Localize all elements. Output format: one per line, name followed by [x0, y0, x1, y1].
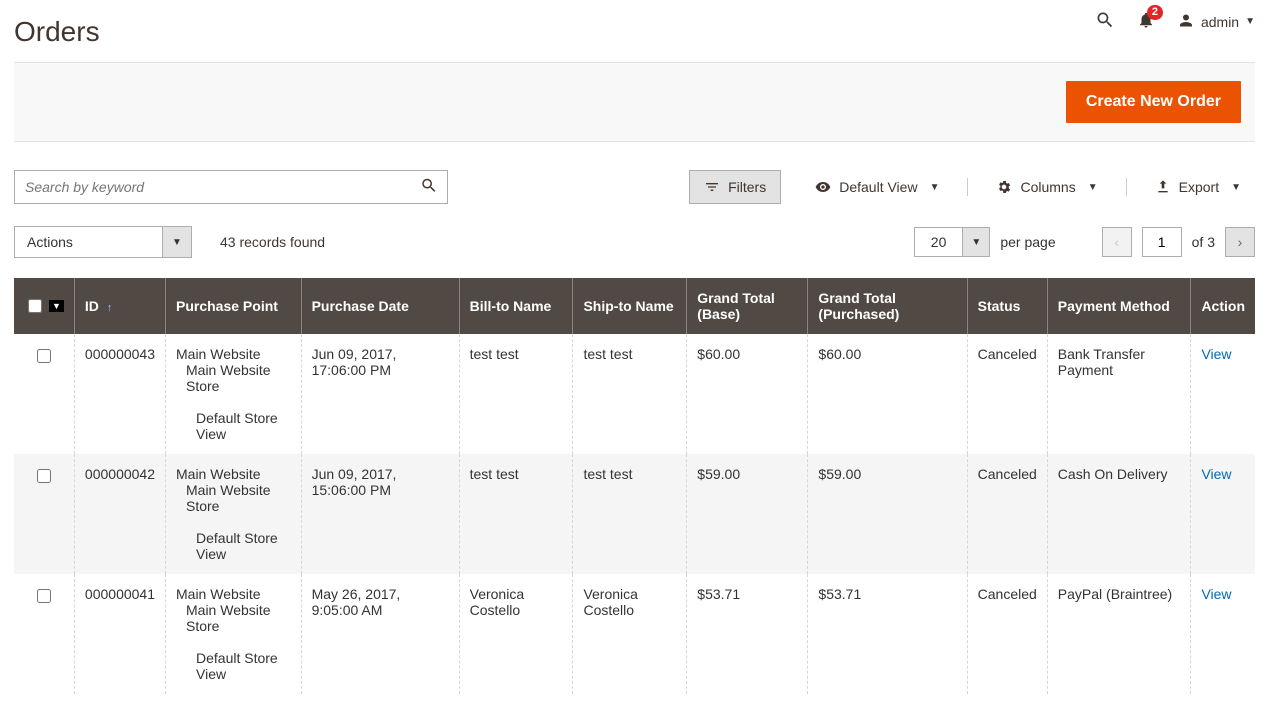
columns-button[interactable]: Columns ▼ [982, 171, 1111, 203]
caret-down-icon: ▼ [1231, 182, 1241, 193]
cell-bill-to: test test [459, 334, 573, 454]
account-menu[interactable]: admin ▼ [1177, 13, 1255, 31]
mass-actions-toggle[interactable]: ▼ [162, 226, 192, 258]
table-row[interactable]: 000000042Main WebsiteMain Website StoreD… [14, 454, 1255, 574]
view-link[interactable]: View [1201, 586, 1231, 602]
cell-payment-method: PayPal (Braintree) [1047, 574, 1191, 694]
cell-grand-total-purchased: $59.00 [808, 454, 967, 574]
funnel-icon [704, 179, 720, 195]
current-page-input[interactable] [1142, 227, 1182, 257]
next-page-button[interactable]: › [1225, 227, 1255, 257]
cell-grand-total-purchased: $60.00 [808, 334, 967, 454]
cell-grand-total-purchased: $53.71 [808, 574, 967, 694]
row-checkbox[interactable] [37, 469, 51, 483]
person-icon [1177, 13, 1195, 31]
page-header: Orders 2 admin ▼ [14, 0, 1255, 48]
select-all-toggle[interactable]: ▼ [49, 300, 64, 312]
cell-bill-to: test test [459, 454, 573, 574]
cell-purchase-point: Main WebsiteMain Website StoreDefault St… [166, 334, 302, 454]
header-action[interactable]: Action [1191, 278, 1255, 334]
account-username: admin [1201, 14, 1239, 30]
cell-purchase-date: Jun 09, 2017, 15:06:00 PM [301, 454, 459, 574]
caret-down-icon: ▼ [1088, 182, 1098, 193]
chevron-left-icon: ‹ [1114, 234, 1119, 250]
header-purchase-date[interactable]: Purchase Date [301, 278, 459, 334]
per-page-toggle[interactable]: ▼ [962, 227, 990, 257]
page-total-label: of 3 [1192, 234, 1215, 250]
page-title: Orders [14, 16, 100, 48]
header-ship-to[interactable]: Ship-to Name [573, 278, 687, 334]
export-button[interactable]: Export ▼ [1141, 171, 1255, 203]
cell-ship-to: test test [573, 334, 687, 454]
mass-actions-label: Actions [14, 226, 162, 258]
caret-down-icon: ▼ [930, 182, 940, 193]
row-checkbox[interactable] [37, 589, 51, 603]
eye-icon [815, 179, 831, 195]
page-actions: Create New Order [14, 62, 1255, 142]
cell-ship-to: test test [573, 454, 687, 574]
cell-bill-to: Veronica Costello [459, 574, 573, 694]
cell-purchase-date: May 26, 2017, 9:05:00 AM [301, 574, 459, 694]
caret-down-icon: ▼ [1245, 16, 1255, 27]
select-all-checkbox[interactable] [28, 299, 42, 313]
cell-id: 000000042 [74, 454, 165, 574]
row-checkbox[interactable] [37, 349, 51, 363]
table-row[interactable]: 000000043Main WebsiteMain Website StoreD… [14, 334, 1255, 454]
cell-purchase-point: Main WebsiteMain Website StoreDefault St… [166, 574, 302, 694]
create-new-order-button[interactable]: Create New Order [1066, 81, 1241, 123]
cell-payment-method: Cash On Delivery [1047, 454, 1191, 574]
header-payment-method[interactable]: Payment Method [1047, 278, 1191, 334]
per-page-label: per page [1000, 234, 1055, 250]
cell-grand-total-base: $53.71 [687, 574, 808, 694]
cell-status: Canceled [967, 334, 1047, 454]
cell-grand-total-base: $60.00 [687, 334, 808, 454]
cell-status: Canceled [967, 574, 1047, 694]
cell-payment-method: Bank Transfer Payment [1047, 334, 1191, 454]
header-bill-to[interactable]: Bill-to Name [459, 278, 573, 334]
header-grand-total-base[interactable]: Grand Total (Base) [687, 278, 808, 334]
notifications-button[interactable]: 2 [1137, 11, 1155, 32]
keyword-search[interactable] [14, 170, 448, 204]
cell-status: Canceled [967, 454, 1047, 574]
header-id[interactable]: ID ↑ [74, 278, 165, 334]
cell-grand-total-base: $59.00 [687, 454, 808, 574]
default-view-button[interactable]: Default View ▼ [801, 171, 953, 203]
view-link[interactable]: View [1201, 346, 1231, 362]
records-found: 43 records found [220, 234, 325, 250]
columns-label: Columns [1020, 179, 1075, 195]
header-purchase-point[interactable]: Purchase Point [166, 278, 302, 334]
global-search-icon[interactable] [1095, 10, 1115, 33]
orders-grid: ▼ ID ↑ Purchase Point Purchase Date Bill… [14, 278, 1255, 694]
header-grand-total-purchased[interactable]: Grand Total (Purchased) [808, 278, 967, 334]
view-link[interactable]: View [1201, 466, 1231, 482]
gear-icon [996, 179, 1012, 195]
cell-purchase-date: Jun 09, 2017, 17:06:00 PM [301, 334, 459, 454]
cell-ship-to: Veronica Costello [573, 574, 687, 694]
search-input[interactable] [14, 170, 448, 204]
prev-page-button[interactable]: ‹ [1102, 227, 1132, 257]
cell-purchase-point: Main WebsiteMain Website StoreDefault St… [166, 454, 302, 574]
mass-actions-select[interactable]: Actions ▼ [14, 226, 192, 258]
chevron-right-icon: › [1238, 234, 1243, 250]
table-row[interactable]: 000000041Main WebsiteMain Website StoreD… [14, 574, 1255, 694]
per-page-value: 20 [914, 227, 963, 257]
search-submit-icon[interactable] [420, 177, 438, 198]
filters-label: Filters [728, 179, 766, 195]
default-view-label: Default View [839, 179, 917, 195]
cell-id: 000000041 [74, 574, 165, 694]
per-page-select[interactable]: 20 ▼ [914, 227, 991, 257]
filters-button[interactable]: Filters [689, 170, 781, 204]
export-label: Export [1179, 179, 1219, 195]
sort-asc-icon: ↑ [107, 302, 113, 314]
header-select[interactable]: ▼ [14, 278, 74, 334]
header-status[interactable]: Status [967, 278, 1047, 334]
cell-id: 000000043 [74, 334, 165, 454]
export-icon [1155, 179, 1171, 195]
notifications-count: 2 [1147, 5, 1163, 20]
